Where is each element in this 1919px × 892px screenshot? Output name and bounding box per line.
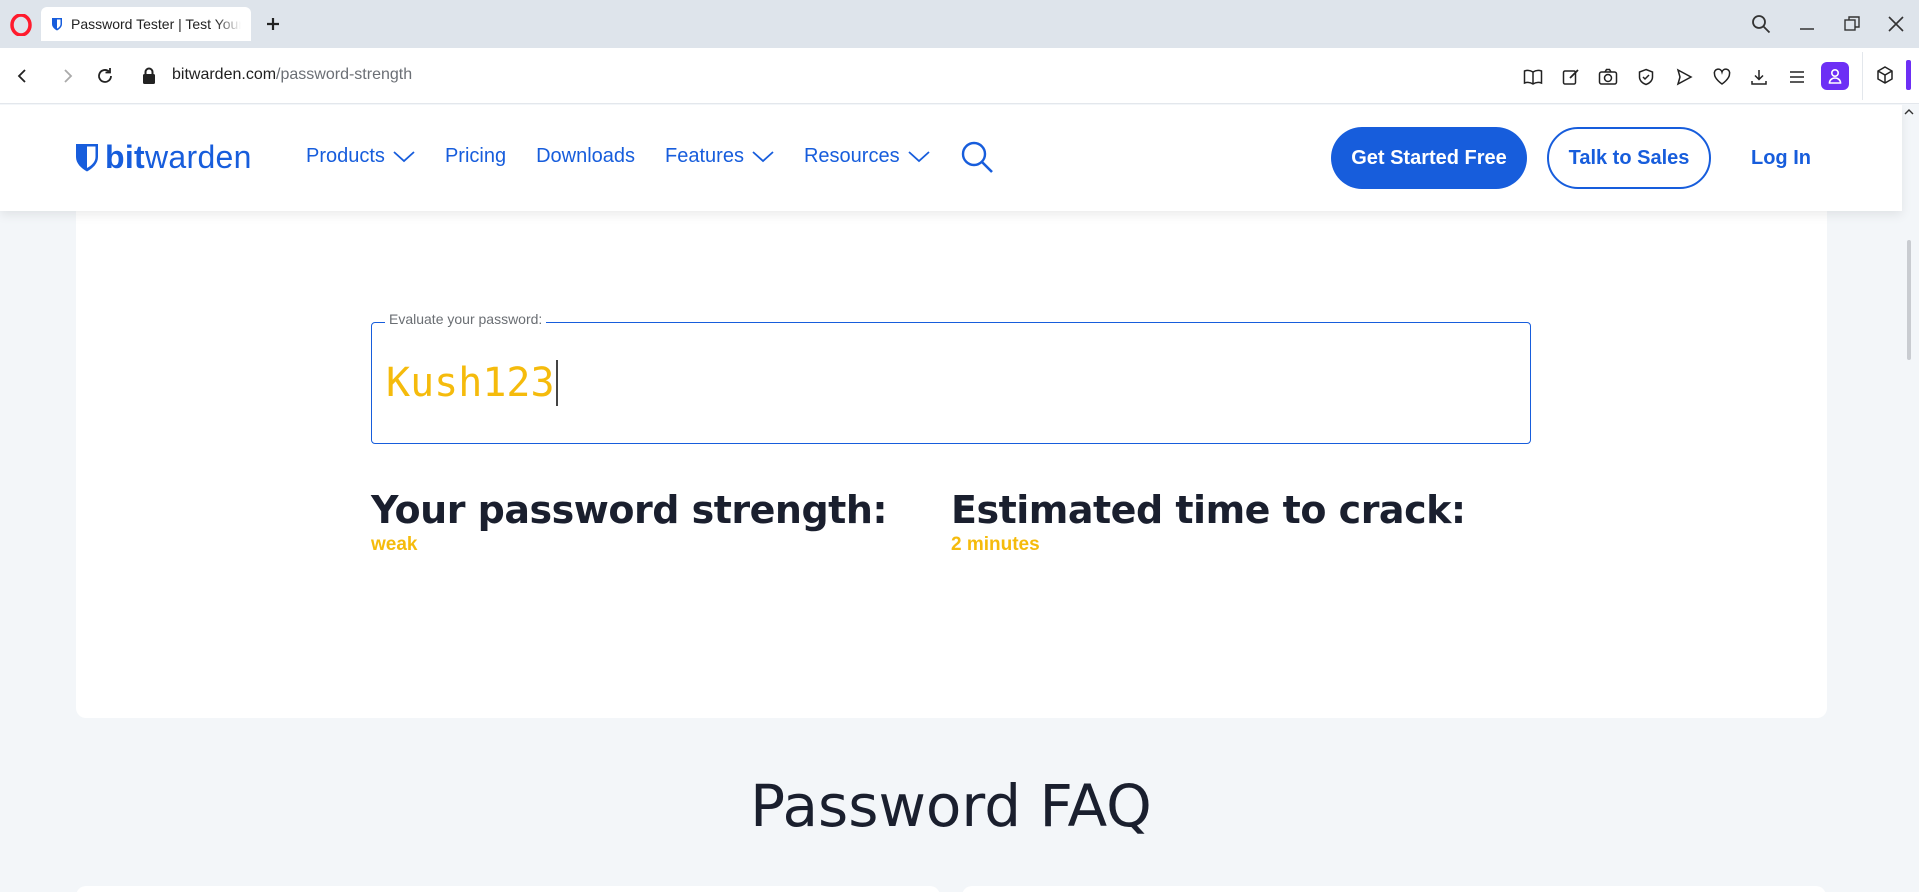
browser-tab[interactable]: Password Tester | Test Your	[41, 7, 251, 41]
main-nav: Products Pricing Downloads Features Reso…	[306, 145, 960, 168]
talk-to-sales-button[interactable]: Talk to Sales	[1547, 127, 1711, 189]
forward-icon	[64, 69, 73, 83]
sidebar-accent	[1906, 60, 1911, 90]
shield-icon	[1638, 68, 1654, 86]
nav-downloads-label: Downloads	[536, 145, 636, 167]
reload-icon	[98, 68, 112, 83]
brand-name: bitwarden	[105, 139, 252, 176]
back-icon	[17, 69, 26, 83]
faq-title: Password FAQ	[750, 772, 1152, 840]
faq-card-left[interactable]	[76, 886, 940, 892]
opera-logo-icon[interactable]	[10, 14, 32, 36]
nav-features-label: Features	[665, 145, 744, 167]
chevron-down-icon	[752, 150, 774, 162]
downloads-button[interactable]	[1747, 65, 1771, 89]
nav-products[interactable]: Products	[306, 145, 415, 168]
browser-tab-bar: Password Tester | Test Your	[0, 0, 1919, 48]
lock-icon[interactable]	[141, 67, 157, 85]
url-field[interactable]: bitwarden.com/password-strength	[172, 66, 412, 84]
text-caret	[555, 360, 558, 406]
new-tab-icon	[267, 18, 279, 30]
vpn-button[interactable]	[1634, 65, 1658, 89]
nav-features[interactable]: Features	[665, 145, 774, 168]
crack-time-value: 2 minutes	[951, 534, 1040, 555]
crack-time-heading: Estimated time to crack:	[951, 488, 1466, 532]
camera-icon	[1598, 68, 1618, 85]
search-tabs-icon	[1752, 15, 1771, 34]
edit-button[interactable]	[1559, 65, 1583, 89]
nav-products-label: Products	[306, 145, 385, 167]
minimize-icon	[1800, 28, 1814, 30]
favorites-button[interactable]	[1710, 65, 1734, 89]
extensions-button[interactable]	[1875, 65, 1895, 90]
bitwarden-shield-icon	[76, 144, 98, 172]
new-tab-button[interactable]	[261, 12, 285, 36]
minimize-button[interactable]	[1795, 12, 1819, 36]
bitwarden-logo[interactable]: bitwarden	[75, 139, 252, 176]
strength-heading: Your password strength:	[371, 488, 888, 532]
easy-setup-button[interactable]	[1785, 65, 1809, 89]
nav-resources[interactable]: Resources	[804, 145, 930, 168]
reader-icon	[1523, 69, 1543, 85]
nav-resources-label: Resources	[803, 145, 900, 167]
password-input[interactable]: Kush123	[386, 353, 1486, 413]
scroll-up-arrow-icon[interactable]	[1904, 108, 1914, 116]
chevron-down-icon	[393, 150, 415, 162]
tab-title: Password Tester | Test Your	[71, 16, 241, 32]
get-started-free-button[interactable]: Get Started Free	[1331, 127, 1527, 189]
nav-pricing[interactable]: Pricing	[445, 145, 506, 168]
faq-card-right[interactable]	[962, 886, 1826, 892]
nav-pricing-label: Pricing	[444, 145, 507, 167]
toolbar-divider	[1862, 52, 1863, 100]
restore-icon	[1844, 16, 1860, 31]
send-icon	[1676, 68, 1693, 86]
site-search-button[interactable]	[960, 140, 994, 179]
heart-icon	[1713, 68, 1731, 85]
snapshot-button[interactable]	[1596, 65, 1620, 89]
back-button[interactable]	[10, 64, 34, 88]
scrollbar-thumb[interactable]	[1907, 240, 1911, 360]
close-window-button[interactable]	[1884, 12, 1908, 36]
bitwarden-favicon-icon	[52, 18, 62, 31]
restore-button[interactable]	[1840, 12, 1864, 36]
forward-button[interactable]	[56, 64, 80, 88]
menu-icon	[1790, 71, 1804, 83]
site-header: bitwarden Products Pricing Downloads Fea…	[0, 105, 1902, 211]
reader-button[interactable]	[1521, 65, 1545, 89]
log-in-link[interactable]: Log In	[1751, 147, 1811, 170]
brand-strong: bit	[105, 139, 145, 175]
box-icon	[1877, 66, 1893, 84]
evaluate-password-label: Evaluate your password:	[385, 311, 547, 327]
search-icon	[961, 141, 993, 173]
profile-icon	[1828, 68, 1842, 84]
profile-button[interactable]	[1821, 62, 1849, 90]
reload-button[interactable]	[93, 64, 117, 88]
brand-light: warden	[145, 139, 252, 175]
send-button[interactable]	[1672, 65, 1696, 89]
search-tabs-button[interactable]	[1749, 12, 1773, 36]
nav-downloads[interactable]: Downloads	[536, 145, 635, 168]
url-domain: bitwarden.com	[172, 66, 277, 83]
chevron-down-icon	[907, 150, 930, 162]
strength-value: weak	[371, 534, 418, 555]
download-icon	[1751, 70, 1767, 85]
password-value: Kush123	[386, 360, 555, 406]
edit-icon	[1562, 69, 1579, 85]
url-path: /password-strength	[276, 66, 413, 83]
close-icon	[1888, 16, 1904, 32]
